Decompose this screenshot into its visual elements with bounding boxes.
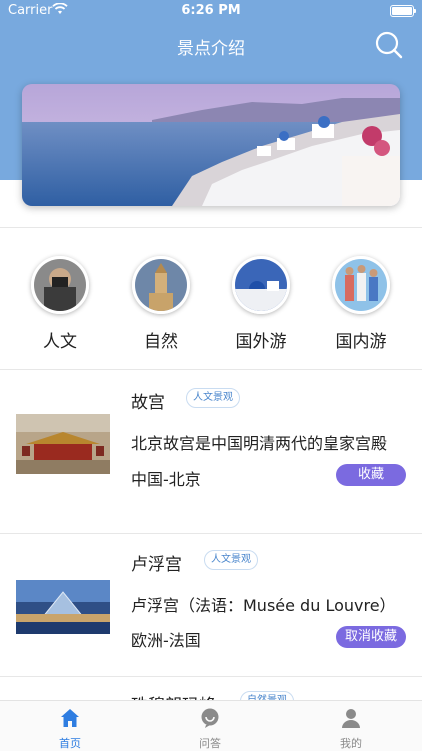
category-nature-image [132,256,190,314]
page-title: 景点介绍 [177,39,245,59]
banner-image[interactable] [22,84,400,206]
battery-icon [390,5,416,17]
category-label: 国内游 [335,332,387,352]
category-abroad-image [232,256,290,314]
tab-me[interactable]: 我的 [311,701,391,751]
list-item[interactable]: 珠穆朗玛峰 自然景观 [0,677,422,700]
item-thumbnail [16,580,110,634]
item-name: 故宫 [131,393,165,413]
category-humanities[interactable]: 人文 [30,256,90,352]
item-location: 欧洲-法国 [131,631,201,650]
item-location: 中国-北京 [131,470,201,489]
tab-qa[interactable]: 问答 [170,701,250,751]
list-item[interactable]: 故宫 人文景观 北京故宫是中国明清两代的皇家宫殿 中国-北京 收藏 [0,370,422,533]
tab-label: 我的 [340,737,362,750]
chat-icon [201,708,219,728]
item-name: 珠穆朗玛峰 [131,691,216,700]
search-icon[interactable] [373,30,403,60]
item-name: 卢浮宫 [131,555,182,575]
home-icon [61,709,79,727]
item-thumbnail [16,414,110,474]
item-description: 卢浮宫（法语：Musée du Louvre） [131,596,396,615]
item-description: 北京故宫是中国明清两代的皇家宫殿 [131,434,388,453]
divider [0,227,422,228]
category-domestic-image [332,256,390,314]
category-label: 国外游 [235,332,287,352]
user-icon [342,709,360,728]
tab-bar: 首页 问答 我的 [0,700,422,751]
category-humanities-image [31,256,89,314]
status-bar: Carrier 6:26 PM [0,0,422,22]
category-domestic[interactable]: 国内游 [331,256,391,352]
clock: 6:26 PM [181,3,241,18]
favorite-button[interactable]: 收藏 [336,464,406,486]
tab-label: 问答 [199,737,221,750]
tab-label: 首页 [59,737,81,750]
unfavorite-button[interactable]: 取消收藏 [336,626,406,648]
category-nature[interactable]: 自然 [131,256,191,352]
item-tag: 人文景观 [204,550,258,570]
item-tag: 人文景观 [186,388,240,408]
category-label: 自然 [144,332,178,352]
tab-home[interactable]: 首页 [30,701,110,751]
category-abroad[interactable]: 国外游 [231,256,291,352]
list-item[interactable]: 卢浮宫 人文景观 卢浮宫（法语：Musée du Louvre） 欧洲-法国 取… [0,534,422,676]
category-label: 人文 [43,332,77,352]
item-tag: 自然景观 [240,691,294,700]
